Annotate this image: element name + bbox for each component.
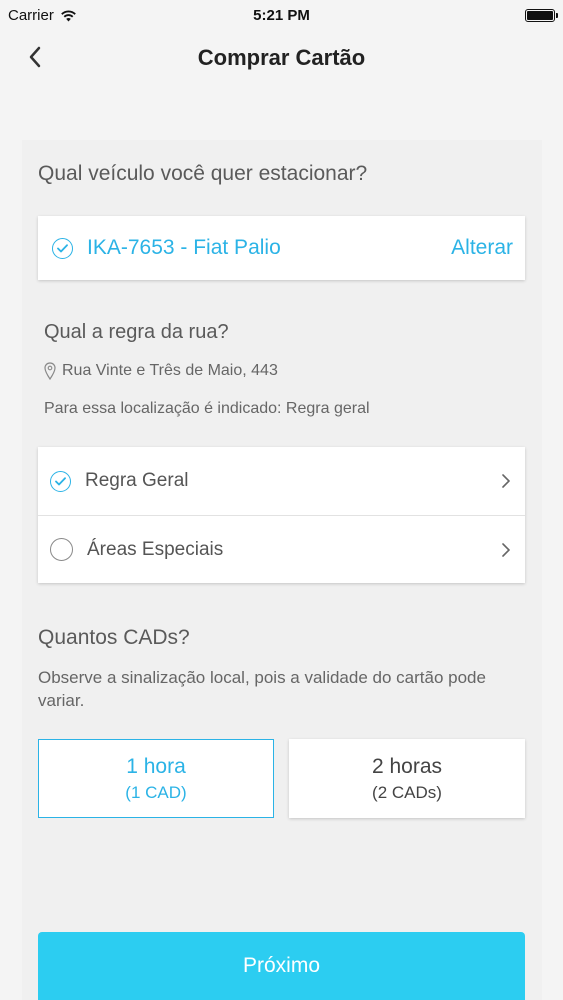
content-panel: Qual veículo você quer estacionar? IKA-7… bbox=[22, 140, 542, 1000]
chevron-right-icon bbox=[502, 542, 510, 557]
address-row: Rua Vinte e Três de Maio, 443 bbox=[44, 362, 278, 380]
hour-option-main: 2 horas bbox=[371, 754, 443, 778]
hour-option-sub: (2 CADs) bbox=[372, 782, 442, 802]
next-button[interactable]: Próximo bbox=[38, 932, 525, 1000]
hour-option-1[interactable]: 1 hora (1 CAD) bbox=[38, 739, 274, 818]
hour-option-main: 1 hora bbox=[126, 754, 186, 778]
location-pin-icon bbox=[44, 362, 56, 380]
page-title: Comprar Cartão bbox=[197, 45, 366, 70]
status-bar: Carrier 5:21 PM bbox=[0, 0, 563, 30]
battery-icon bbox=[525, 8, 558, 22]
check-circle-icon bbox=[52, 237, 73, 259]
rule-option-areas-especiais[interactable]: Áreas Especiais bbox=[38, 515, 525, 583]
vehicle-name: IKA-7653 - Fiat Palio bbox=[87, 236, 281, 259]
rule-option-regra-geral[interactable]: Regra Geral bbox=[38, 447, 525, 515]
indicated-rule-text: Para essa localização é indicado: Regra … bbox=[44, 400, 370, 417]
cad-question: Quantos CADs? bbox=[38, 626, 190, 649]
status-time: 5:21 PM bbox=[253, 6, 310, 24]
vehicle-card[interactable]: IKA-7653 - Fiat Palio Alterar bbox=[38, 216, 525, 280]
rules-list: Regra Geral Áreas Especiais bbox=[38, 447, 525, 583]
status-left: Carrier bbox=[8, 7, 77, 24]
radio-empty-icon bbox=[50, 538, 73, 561]
rule-option-label: Regra Geral bbox=[85, 470, 189, 491]
address-text: Rua Vinte e Três de Maio, 443 bbox=[62, 362, 278, 379]
back-button[interactable] bbox=[20, 40, 50, 74]
battery-fill bbox=[527, 10, 553, 20]
nav-bar: Comprar Cartão bbox=[0, 30, 563, 86]
hour-option-sub: (1 CAD) bbox=[125, 782, 187, 802]
wifi-icon bbox=[61, 10, 76, 21]
rule-option-label: Áreas Especiais bbox=[87, 538, 224, 560]
vehicle-question: Qual veículo você quer estacionar? bbox=[38, 162, 368, 185]
cad-note: Observe a sinalização local, pois a vali… bbox=[38, 668, 486, 710]
carrier-label: Carrier bbox=[8, 6, 54, 24]
chevron-right-icon bbox=[502, 474, 510, 488]
hour-option-2[interactable]: 2 horas (2 CADs) bbox=[289, 739, 525, 818]
rule-question: Qual a regra da rua? bbox=[44, 321, 229, 343]
change-vehicle-link[interactable]: Alterar bbox=[451, 236, 513, 260]
chevron-left-icon bbox=[29, 46, 41, 68]
check-circle-icon bbox=[50, 470, 71, 492]
